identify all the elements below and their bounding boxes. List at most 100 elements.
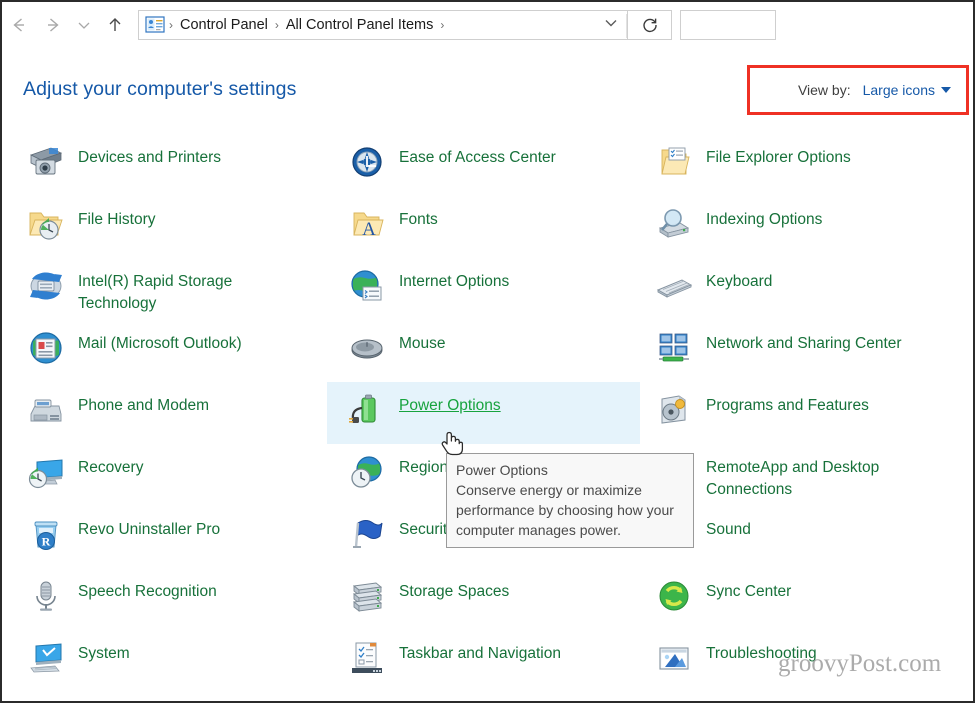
- item-label: Sound: [706, 512, 751, 541]
- intel-storage-icon: [24, 264, 68, 308]
- tooltip-body: Conserve energy or maximize performance …: [456, 480, 684, 540]
- view-by-value[interactable]: Large icons: [863, 82, 935, 98]
- item-label: Taskbar and Navigation: [399, 636, 561, 665]
- item-label: Devices and Printers: [78, 140, 221, 169]
- item-label: Speech Recognition: [78, 574, 217, 603]
- item-label: Phone and Modem: [78, 388, 209, 417]
- keyboard-icon: [652, 264, 696, 308]
- item-indexing-options[interactable]: Indexing Options: [640, 196, 973, 258]
- item-label: Network and Sharing Center: [706, 326, 902, 355]
- item-label: Recovery: [78, 450, 143, 479]
- programs-features-icon: [652, 388, 696, 432]
- caret-down-icon[interactable]: [941, 87, 951, 93]
- navigation-bar: › Control Panel › All Control Panel Item…: [2, 2, 973, 48]
- item-network-and-sharing-center[interactable]: Network and Sharing Center: [640, 320, 973, 382]
- item-internet-options[interactable]: Internet Options: [327, 258, 640, 320]
- mouse-icon: [345, 326, 389, 370]
- item-revo-uninstaller-pro[interactable]: R Revo Uninstaller Pro: [2, 506, 327, 568]
- control-panel-window: › Control Panel › All Control Panel Item…: [0, 0, 975, 703]
- hand-cursor: [439, 427, 465, 457]
- mail-globe-icon: [24, 326, 68, 370]
- fax-modem-icon: [24, 388, 68, 432]
- control-panel-icon: [145, 16, 165, 34]
- forward-button[interactable]: [36, 5, 70, 45]
- up-button[interactable]: [98, 5, 132, 45]
- folder-options-icon: [652, 140, 696, 184]
- breadcrumb-control-panel[interactable]: Control Panel: [175, 17, 273, 33]
- taskbar-icon: [345, 636, 389, 680]
- blue-flag-icon: [345, 512, 389, 556]
- item-label: Revo Uninstaller Pro: [78, 512, 220, 541]
- item-label: Ease of Access Center: [399, 140, 556, 169]
- ease-of-access-icon: [345, 140, 389, 184]
- item-keyboard[interactable]: Keyboard: [640, 258, 973, 320]
- item-speech-recognition[interactable]: Speech Recognition: [2, 568, 327, 630]
- folder-clock-icon: [24, 202, 68, 246]
- view-by-control[interactable]: View by: Large icons: [747, 65, 969, 115]
- network-sharing-icon: [652, 326, 696, 370]
- breadcrumb-separator[interactable]: ›: [273, 18, 281, 32]
- item-file-explorer-options[interactable]: File Explorer Options: [640, 134, 973, 196]
- revo-bin-icon: R: [24, 512, 68, 556]
- tooltip-title: Power Options: [456, 460, 684, 480]
- system-monitor-icon: [24, 636, 68, 680]
- item-label: Storage Spaces: [399, 574, 509, 603]
- storage-stack-icon: [345, 574, 389, 618]
- item-label: Indexing Options: [706, 202, 822, 231]
- item-file-history[interactable]: File History: [2, 196, 327, 258]
- item-label: System: [78, 636, 130, 665]
- breadcrumb-separator: ›: [167, 18, 175, 32]
- items-column-2: Ease of Access Center A Fonts: [327, 134, 640, 692]
- page-title: Adjust your computer's settings: [23, 78, 296, 101]
- indexing-magnifier-icon: [652, 202, 696, 246]
- svg-text:A: A: [362, 219, 376, 240]
- chevron-down-icon[interactable]: [603, 15, 619, 36]
- refresh-icon: [641, 16, 659, 34]
- item-programs-and-features[interactable]: Programs and Features: [640, 382, 973, 444]
- item-fonts[interactable]: A Fonts: [327, 196, 640, 258]
- item-storage-spaces[interactable]: Storage Spaces: [327, 568, 640, 630]
- item-ease-of-access-center[interactable]: Ease of Access Center: [327, 134, 640, 196]
- address-divider: [626, 14, 627, 38]
- item-taskbar-and-navigation[interactable]: Taskbar and Navigation: [327, 630, 640, 692]
- item-label: Programs and Features: [706, 388, 869, 417]
- refresh-button[interactable]: [628, 10, 672, 40]
- control-panel-items-grid: Devices and Printers File History: [2, 134, 973, 692]
- item-label: File History: [78, 202, 156, 231]
- item-system[interactable]: System: [2, 630, 327, 692]
- items-column-3: File Explorer Options Indexing Options: [640, 134, 973, 692]
- item-mail-microsoft-outlook[interactable]: Mail (Microsoft Outlook): [2, 320, 327, 382]
- recent-locations-button[interactable]: [70, 5, 98, 45]
- item-label: Mail (Microsoft Outlook): [78, 326, 242, 355]
- breadcrumb-all-control-panel-items[interactable]: All Control Panel Items: [281, 17, 438, 33]
- item-intel-rapid-storage-technology[interactable]: Intel(R) Rapid Storage Technology: [2, 258, 327, 320]
- item-devices-and-printers[interactable]: Devices and Printers: [2, 134, 327, 196]
- item-power-options[interactable]: Power Options: [327, 382, 640, 444]
- breadcrumb-separator[interactable]: ›: [438, 18, 446, 32]
- item-phone-and-modem[interactable]: Phone and Modem: [2, 382, 327, 444]
- sync-center-icon: [652, 574, 696, 618]
- fonts-folder-icon: A: [345, 202, 389, 246]
- search-input[interactable]: [680, 10, 776, 40]
- item-label: Power Options: [399, 388, 501, 417]
- view-by-label: View by:: [798, 82, 851, 98]
- power-options-tooltip: Power Options Conserve energy or maximiz…: [446, 453, 694, 548]
- item-recovery[interactable]: Recovery: [2, 444, 327, 506]
- item-label: Intel(R) Rapid Storage Technology: [78, 264, 278, 315]
- items-column-1: Devices and Printers File History: [2, 134, 327, 692]
- address-bar[interactable]: › Control Panel › All Control Panel Item…: [138, 10, 628, 40]
- microphone-icon: [24, 574, 68, 618]
- svg-text:R: R: [42, 535, 51, 549]
- item-label: File Explorer Options: [706, 140, 851, 169]
- item-label: Sync Center: [706, 574, 791, 603]
- internet-options-icon: [345, 264, 389, 308]
- troubleshooting-icon: [652, 636, 696, 680]
- item-label: RemoteApp and Desktop Connections: [706, 450, 921, 501]
- item-label: Keyboard: [706, 264, 772, 293]
- region-globe-clock-icon: [345, 450, 389, 494]
- item-mouse[interactable]: Mouse: [327, 320, 640, 382]
- item-label: Mouse: [399, 326, 446, 355]
- printer-icon: [24, 140, 68, 184]
- back-button[interactable]: [2, 5, 36, 45]
- item-sync-center[interactable]: Sync Center: [640, 568, 973, 630]
